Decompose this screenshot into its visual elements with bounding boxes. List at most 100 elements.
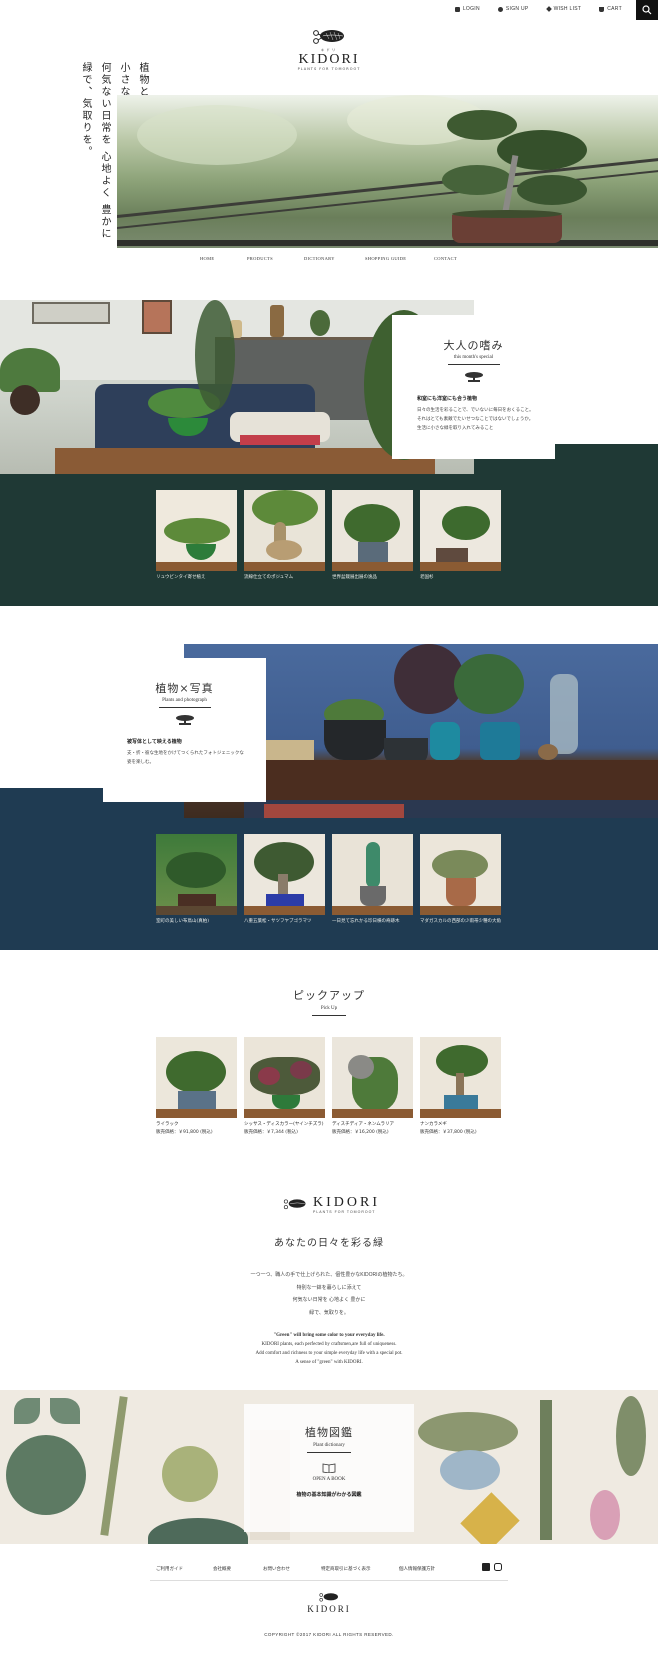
footer-divider <box>150 1580 508 1581</box>
about-wordmark: KIDORI <box>313 1195 380 1210</box>
nav-shopping-guide[interactable]: SHOPPING GUIDE <box>365 256 434 261</box>
user-icon <box>497 6 503 12</box>
special-title: 大人の嗜み <box>443 339 504 352</box>
facebook-icon[interactable] <box>482 1563 490 1571</box>
product-image <box>420 834 501 915</box>
product-image <box>420 490 501 571</box>
product-image <box>244 1037 325 1118</box>
product-card[interactable]: ライラック 販売価格：￥91,800 (税込) <box>156 1037 237 1135</box>
divider <box>447 364 500 365</box>
photo-title: 植物×写真 <box>155 682 214 695</box>
search-button[interactable] <box>636 0 658 20</box>
footer-link-company[interactable]: 会社概要 <box>213 1566 263 1572</box>
hero-copy-line: 緑で、気取りを。 <box>80 62 91 158</box>
product-card[interactable]: シッサス・ディスカラー(ヤインチズラ) 販売価格：￥7,344 (税込) <box>244 1037 325 1135</box>
about-heading: あなたの日々を彩る緑 <box>274 1238 384 1249</box>
product-card[interactable]: 世界盆栽展出展の逸品 <box>332 490 413 580</box>
product-name: 室町の美しい布鳥山(真柏) <box>156 919 210 924</box>
special-subtitle: this month's special <box>453 355 494 360</box>
product-card[interactable]: ディスチディア・ネンムラリア 販売価格：￥16,200 (税込) <box>332 1037 413 1135</box>
product-image <box>156 490 237 571</box>
instagram-icon[interactable] <box>494 1563 502 1571</box>
hero-image <box>117 95 658 248</box>
cart-link[interactable]: CART <box>599 6 622 12</box>
login-link[interactable]: LOGIN <box>454 6 480 12</box>
dictionary-title: 植物図鑑 <box>305 1426 353 1439</box>
product-card[interactable]: ナンカラメギ 販売価格：￥37,800 (税込) <box>420 1037 501 1135</box>
product-image <box>332 1037 413 1118</box>
footer-wordmark: KIDORI <box>307 1604 351 1614</box>
special-card: 大人の嗜み this month's special 和室にも洋室にも合う植物 … <box>392 315 555 459</box>
signup-link[interactable]: SIGN UP <box>497 6 529 12</box>
book-icon <box>322 1463 336 1473</box>
product-name: ナンカラメギ <box>420 1122 447 1127</box>
product-card[interactable]: リュウビンタイ寄せ植え <box>156 490 237 580</box>
product-price: 販売価格：￥7,344 (税込) <box>244 1130 298 1135</box>
pickup-title: ピックアップ <box>293 989 365 1002</box>
product-image <box>244 834 325 915</box>
product-card[interactable]: マダガスカルの西部の少雨帯少種の大角 <box>420 834 501 924</box>
divider <box>158 707 211 708</box>
footer-link-guide[interactable]: ご利用ガイド <box>156 1566 213 1572</box>
pickup-heading: ピックアップ Pick Up <box>0 987 658 1016</box>
product-card[interactable]: 室町の美しい布鳥山(真柏) <box>156 834 237 924</box>
product-name: 流線仕立てのポジュマム <box>244 575 294 580</box>
dictionary-subtitle: Plant dictionary <box>313 1443 345 1448</box>
product-card[interactable]: 老国杉 <box>420 490 501 580</box>
divider <box>307 1452 351 1453</box>
dictionary-banner[interactable]: 植物図鑑 Plant dictionary OPEN A BOOK 植物の基本知… <box>0 1390 658 1544</box>
nav-contact[interactable]: CONTACT <box>434 256 457 261</box>
product-name: シッサス・ディスカラー(ヤインチズラ) <box>244 1122 324 1127</box>
product-image <box>156 1037 237 1118</box>
open-book-link[interactable]: OPEN A BOOK <box>244 1477 414 1482</box>
about-tagline: PLANTS FOR TOMOROOT <box>313 1210 376 1214</box>
hero-copy-line: 何気ない日常を 心地よく 豊かに <box>99 62 110 241</box>
product-image <box>244 490 325 571</box>
product-price: 販売価格：￥16,200 (税込) <box>332 1130 389 1135</box>
bonsai-icon <box>175 715 194 725</box>
product-image <box>156 834 237 915</box>
product-name: 老国杉 <box>420 575 434 580</box>
divider <box>312 1015 346 1016</box>
heart-icon <box>545 6 552 12</box>
footer-link-contact[interactable]: お問い合わせ <box>263 1566 321 1572</box>
photo-body: 支・折・彼な生地をかけてつくられたフォトジェニックな姿を楽しむ。 <box>127 751 244 765</box>
product-price: 販売価格：￥37,800 (税込) <box>420 1130 477 1135</box>
footer-link-tokushoho[interactable]: 特定商取引に基づく表示 <box>321 1566 399 1572</box>
scissors-leaf-logo-icon <box>313 30 344 44</box>
about-en-copy: "Green" will bring some color to your ev… <box>255 1333 403 1365</box>
special-body: 日々の生活を彩ることで、でいないに毎日をおくること。それはとても素敵でたいせつな… <box>417 408 534 431</box>
footer-logo[interactable]: KIDORI <box>300 1592 358 1614</box>
logo-tagline: PLANTS FOR TOMOROOT <box>297 67 361 71</box>
dictionary-note: 植物の基本知識がわかる図鑑 <box>296 1492 362 1498</box>
footer-link-privacy[interactable]: 個人情報保護方針 <box>399 1566 435 1572</box>
about-jp-copy: 一つ一つ、職人の手で仕上げられた、個性豊かなKIDORIの植物たち。 特別な一鉢… <box>250 1272 408 1316</box>
product-name: 世界盆栽展出展の逸品 <box>332 575 377 580</box>
dictionary-card: 植物図鑑 Plant dictionary OPEN A BOOK 植物の基本知… <box>244 1404 414 1532</box>
special-grid: リュウビンタイ寄せ植え 流線仕立てのポジュマム 世界盆栽展出展の逸品 老国杉 <box>156 490 501 580</box>
scissors-leaf-logo-icon <box>319 1593 338 1602</box>
utility-nav: LOGIN SIGN UP WISH LIST CART <box>454 6 622 12</box>
bonsai-icon <box>464 372 483 382</box>
search-icon <box>642 5 652 15</box>
product-card[interactable]: 流線仕立てのポジュマム <box>244 490 325 580</box>
pickup-subtitle: Pick Up <box>320 1006 338 1011</box>
about-logo: KIDORI PLANTS FOR TOMOROOT <box>281 1196 380 1214</box>
product-name: ディスチディア・ネンムラリア <box>332 1122 395 1127</box>
pickup-grid: ライラック 販売価格：￥91,800 (税込) シッサス・ディスカラー(ヤインチ… <box>156 1037 501 1135</box>
copyright: COPYRIGHT ©2017 KIDORI ALL RIGHTS RESERV… <box>264 1632 394 1637</box>
photo-lead: 被写体として映える植物 <box>127 739 182 745</box>
product-name: ライラック <box>156 1122 179 1127</box>
product-card[interactable]: 一日見て忘れかる珍日横の奇跡木 <box>332 834 413 924</box>
photo-grid: 室町の美しい布鳥山(真柏) 八重五葉松・サツフヤブゴラマツ 一日見て忘れかる珍日… <box>156 834 501 924</box>
photo-card: 植物×写真 Plants and photograph 被写体として映える植物 … <box>103 658 266 802</box>
nav-dictionary[interactable]: DICTIONARY <box>304 256 365 261</box>
site-logo[interactable]: キドリ KIDORI PLANTS FOR TOMOROOT <box>297 28 361 71</box>
nav-products[interactable]: PRODUCTS <box>247 256 304 261</box>
wishlist-link[interactable]: WISH LIST <box>545 6 582 12</box>
product-image <box>420 1037 501 1118</box>
product-price: 販売価格：￥91,800 (税込) <box>156 1130 213 1135</box>
nav-home[interactable]: HOME <box>200 256 247 261</box>
product-card[interactable]: 八重五葉松・サツフヤブゴラマツ <box>244 834 325 924</box>
scissors-leaf-logo-icon <box>283 1199 306 1210</box>
